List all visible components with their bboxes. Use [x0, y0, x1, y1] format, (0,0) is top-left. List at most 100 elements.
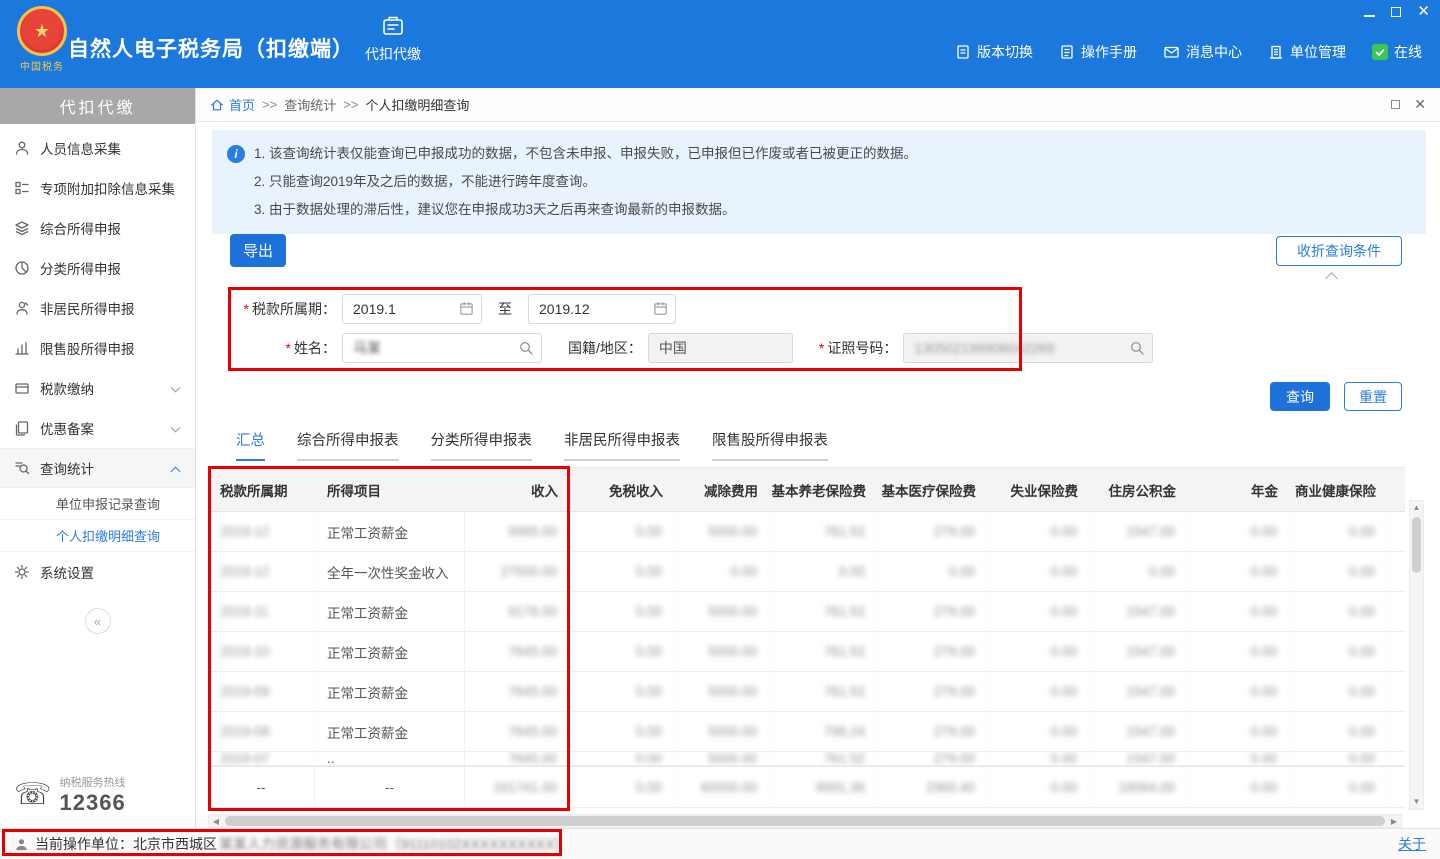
sidebar-item-nonresident-income[interactable]: 非居民所得申报 — [0, 288, 195, 328]
tab-nonresident-income[interactable]: 非居民所得申报表 — [564, 429, 680, 461]
vertical-scroll-thumb[interactable] — [1412, 517, 1421, 573]
scroll-up-icon[interactable]: ▲ — [1410, 501, 1423, 515]
table-cell: 279.00 — [878, 672, 988, 711]
table-cell: .. — [315, 752, 465, 765]
id-number-input[interactable]: 130502199906042269 — [903, 333, 1153, 363]
tab-restricted-shares[interactable]: 限售股所得申报表 — [712, 429, 828, 461]
scroll-down-icon[interactable]: ▼ — [1410, 795, 1423, 809]
minimize-button[interactable] — [1364, 8, 1375, 17]
breadcrumb-section[interactable]: 查询统计 — [284, 95, 336, 114]
table-cell — [1388, 552, 1405, 591]
calendar-icon[interactable] — [459, 301, 474, 316]
table-cell: 7645.00 — [465, 632, 570, 671]
sidebar-item-preferential-filing[interactable]: 优惠备案 — [0, 408, 195, 448]
table-cell — [1388, 592, 1405, 631]
link-version-switch[interactable]: 版本切换 — [955, 42, 1033, 62]
sidebar-item-personnel-info[interactable]: 人员信息采集 — [0, 128, 195, 168]
calendar-icon[interactable] — [653, 301, 668, 316]
sidebar-item-restricted-shares[interactable]: 限售股所得申报 — [0, 328, 195, 368]
region-input[interactable]: 中国 — [648, 333, 793, 363]
table-row: 2019-12正常工资薪金9985.000.005000.00761.52279… — [208, 512, 1405, 552]
link-message-center[interactable]: 消息中心 — [1163, 42, 1242, 62]
sidebar-item-comprehensive-income[interactable]: 综合所得申报 — [0, 208, 195, 248]
vertical-scrollbar[interactable]: ▲ ▼ — [1409, 500, 1424, 810]
table-cell — [1388, 512, 1405, 551]
table-cell: 0.00 — [770, 552, 878, 591]
table-cell: 0.00 — [1188, 632, 1290, 671]
panel-restore-icon[interactable] — [1391, 100, 1400, 109]
table-cell: 5000.00 — [675, 672, 770, 711]
query-form-row-person: *姓名： 马某 国籍/地区： 中国 *证照号码： 130502199906042… — [232, 333, 1153, 363]
table-cell: 0.00 — [988, 767, 1090, 807]
user-icon — [14, 837, 29, 852]
column-header: 税款所属期 — [208, 468, 315, 511]
link-unit-management[interactable]: 单位管理 — [1268, 42, 1346, 62]
link-manual[interactable]: 操作手册 — [1059, 42, 1137, 62]
breadcrumb: 首页 >> 查询统计 >> 个人扣缴明细查询 ✕ — [196, 88, 1440, 122]
search-stats-icon — [14, 460, 30, 476]
table-cell: 5000.00 — [675, 712, 770, 751]
scroll-right-icon[interactable]: ▶ — [1387, 817, 1401, 826]
table-cell: 0.00 — [1090, 552, 1188, 591]
column-header: 收入 — [465, 468, 570, 511]
bar-chart-icon — [14, 340, 30, 356]
table-cell: -- — [315, 767, 465, 807]
table-cell: 279.00 — [878, 712, 988, 751]
reset-button[interactable]: 重置 — [1344, 382, 1402, 411]
collapse-query-button[interactable]: 收折查询条件 — [1276, 236, 1402, 266]
table-cell: -- — [208, 767, 315, 807]
building-icon — [1268, 44, 1284, 60]
tab-classified-income[interactable]: 分类所得申报表 — [431, 429, 533, 461]
about-link[interactable]: 关于 — [1398, 834, 1426, 854]
current-unit-masked: 某某人力资源服务有限公司（91110102XXXXXXXXXX） — [219, 834, 569, 854]
table-cell: 0.00 — [1290, 712, 1388, 751]
tab-comprehensive-income[interactable]: 综合所得申报表 — [297, 429, 399, 461]
sidebar-item-special-deduction[interactable]: 专项附加扣除信息采集 — [0, 168, 195, 208]
sidebar-subitem-personal-withholding-query[interactable]: 个人扣缴明细查询 — [0, 520, 195, 552]
link-online-status[interactable]: 在线 — [1372, 42, 1422, 62]
sidebar-item-tax-payment[interactable]: 税款缴纳 — [0, 368, 195, 408]
sidebar-item-classified-income[interactable]: 分类所得申报 — [0, 248, 195, 288]
restore-button[interactable] — [1391, 7, 1401, 17]
hotline-block: ☏ 纳税服务热线 12366 — [14, 774, 187, 816]
table-cell: 正常工资薪金 — [315, 512, 465, 551]
hotline-number: 12366 — [60, 790, 126, 816]
breadcrumb-home[interactable]: 首页 — [229, 95, 255, 114]
sidebar-item-query-statistics[interactable]: 查询统计 — [0, 448, 195, 488]
sidebar-collapse-button[interactable]: « — [85, 608, 111, 634]
table-cell — [1388, 632, 1405, 671]
export-button[interactable]: 导出 — [230, 234, 286, 267]
table-cell: 0.00 — [1290, 767, 1388, 807]
table-cell: 0.00 — [1188, 752, 1290, 765]
status-bar: 当前操作单位：北京市西城区某某人力资源服务有限公司（91110102XXXXXX… — [0, 828, 1440, 859]
table-cell: 0.00 — [675, 552, 770, 591]
tab-withholding-module[interactable]: 代扣代缴 — [352, 13, 434, 64]
table-cell: 0.00 — [570, 552, 675, 591]
search-icon[interactable] — [518, 340, 534, 356]
period-from-input[interactable]: 2019.1 — [342, 294, 482, 324]
horizontal-scroll-thumb[interactable] — [225, 816, 1385, 826]
horizontal-scrollbar[interactable]: ◀ ▶ — [208, 814, 1402, 828]
sidebar-subitem-unit-declaration-query[interactable]: 单位申报记录查询 — [0, 488, 195, 520]
query-button[interactable]: 查询 — [1270, 382, 1330, 411]
name-input[interactable]: 马某 — [342, 333, 542, 363]
sidebar-item-system-settings[interactable]: 系统设置 — [0, 552, 195, 592]
panel-close-icon[interactable]: ✕ — [1414, 96, 1426, 113]
table-cell: 0.00 — [570, 712, 675, 751]
period-to-input[interactable]: 2019.12 — [528, 294, 676, 324]
table-cell: 0.00 — [1188, 512, 1290, 551]
collapse-caret-icon[interactable] — [1325, 272, 1338, 285]
chevron-down-icon — [171, 423, 181, 433]
module-tab-label: 代扣代缴 — [352, 44, 434, 64]
table-cell: 2019-12 — [208, 552, 315, 591]
current-unit-label: 当前操作单位： — [35, 834, 133, 854]
search-icon[interactable] — [1129, 340, 1145, 356]
tab-summary[interactable]: 汇总 — [236, 429, 265, 461]
scroll-left-icon[interactable]: ◀ — [209, 817, 223, 826]
content-area: i 1. 该查询统计表仅能查询已申报成功的数据，不包含未申报、申报失败，已申报但… — [196, 122, 1440, 828]
header-links: 版本切换 操作手册 消息中心 单位管理 在线 — [955, 42, 1422, 62]
table-cell: 0.00 — [988, 752, 1090, 765]
column-header: 减除费用 — [675, 468, 770, 511]
app-window: ✕ ★ 中国税务 自然人电子税务局（扣缴端） 代扣代缴 版本切换 操作手册 消 — [0, 0, 1440, 859]
close-button[interactable]: ✕ — [1417, 6, 1430, 18]
